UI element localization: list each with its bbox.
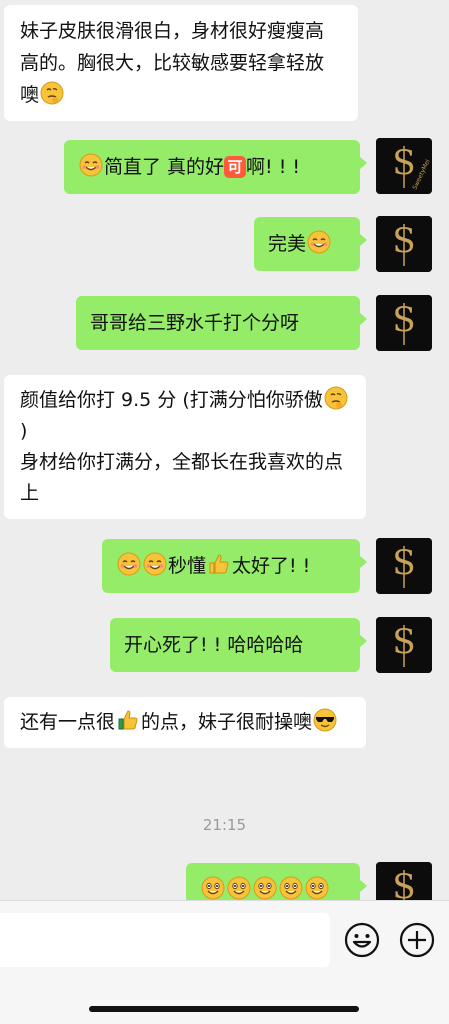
- message-bubble-outgoing[interactable]: 开心死了! ! 哈哈哈哈: [110, 618, 367, 672]
- sunglasses-emoji-icon: [313, 708, 337, 732]
- message-text: 秒懂: [168, 555, 207, 577]
- message-text: 完美: [268, 233, 307, 255]
- avatar[interactable]: S SweetyMei: [376, 138, 432, 194]
- message-text: 的点，妹子很耐操噢: [141, 711, 313, 733]
- message-text: 啊! ! !: [246, 156, 300, 178]
- smile-emoji-icon: [279, 876, 303, 900]
- home-indicator: [89, 1006, 359, 1012]
- message-text: 简直了 真的好: [104, 156, 225, 178]
- message-text: 还有一点很: [20, 711, 116, 733]
- avatar[interactable]: S: [376, 538, 432, 594]
- thumbs-up-icon: [207, 552, 231, 576]
- message-input[interactable]: [0, 913, 330, 967]
- smile-emoji-icon: [79, 153, 103, 177]
- smile-emoji-icon: [307, 230, 331, 254]
- message-text: 太好了! !: [232, 555, 311, 577]
- smile-emoji-icon: [253, 876, 277, 900]
- avatar[interactable]: S: [376, 216, 432, 272]
- message-bubble-outgoing[interactable]: 简直了 真的好可啊! ! !: [64, 140, 367, 194]
- smile-emoji-icon: [117, 552, 141, 576]
- message-bubble-outgoing[interactable]: [186, 863, 367, 900]
- message-text: 身材给你打满分，全都长在我喜欢的点上: [20, 451, 344, 504]
- message-bubble-incoming[interactable]: 还有一点很 的点，妹子很耐操噢: [4, 697, 366, 748]
- ke-badge-icon: 可: [224, 156, 247, 178]
- smile-emoji-icon: [201, 876, 225, 900]
- chat-area: 妹子皮肤很滑很白，身材很好瘦瘦高高的。胸很大，比较敏感要轻拿轻放噢 简直了 真的…: [0, 0, 449, 900]
- avatar[interactable]: S: [376, 295, 432, 351]
- smile-emoji-icon: [227, 876, 251, 900]
- message-bubble-incoming[interactable]: 妹子皮肤很滑很白，身材很好瘦瘦高高的。胸很大，比较敏感要轻拿轻放噢: [4, 5, 358, 121]
- message-text: ): [20, 420, 28, 442]
- message-bubble-outgoing[interactable]: 完美: [254, 217, 367, 271]
- avatar[interactable]: S: [376, 617, 432, 673]
- emoji-button-icon[interactable]: [343, 921, 381, 959]
- message-bubble-incoming[interactable]: 颜值给你打 9.5 分 (打满分怕你骄傲) 身材给你打满分，全都长在我喜欢的点上: [4, 375, 366, 519]
- message-bubble-outgoing[interactable]: 哥哥给三野水千打个分呀: [76, 296, 367, 350]
- message-text: 妹子皮肤很滑很白，身材很好瘦瘦高高的。胸很大，比较敏感要轻拿轻放噢: [20, 20, 325, 106]
- thinking-emoji-icon: [324, 386, 348, 410]
- message-bubble-outgoing[interactable]: 秒懂 太好了! !: [102, 539, 367, 593]
- thinking-emoji-icon: [40, 81, 64, 105]
- message-text: 颜值给你打 9.5 分 (打满分怕你骄傲: [20, 389, 323, 411]
- thumbs-up-icon: [116, 708, 140, 732]
- message-text: 开心死了! ! 哈哈哈哈: [124, 634, 304, 656]
- avatar[interactable]: S: [376, 862, 432, 900]
- smile-emoji-icon: [305, 876, 329, 900]
- message-text: 哥哥给三野水千打个分呀: [90, 312, 300, 334]
- plus-button-icon[interactable]: [398, 921, 436, 959]
- timestamp: 21:15: [202, 816, 247, 834]
- smile-emoji-icon: [143, 552, 167, 576]
